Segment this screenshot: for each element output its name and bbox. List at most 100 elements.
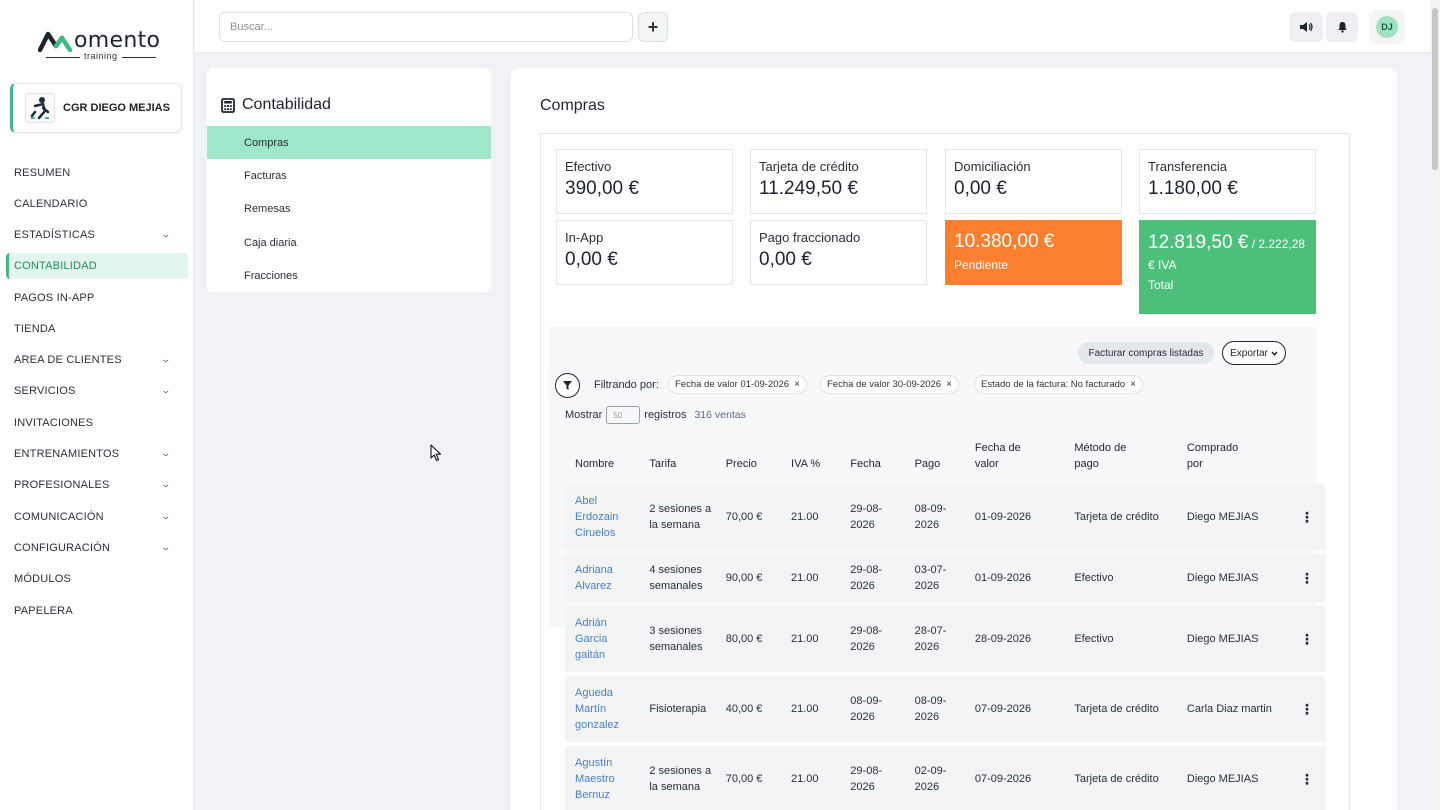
stat-pago-fraccionado: Pago fraccionado 0,00 € (750, 220, 927, 285)
scrollbar-thumb[interactable] (1432, 8, 1438, 170)
sidebar-item-papelera[interactable]: PAPELERA (6, 595, 188, 626)
cell-fecha: 29-08-2026 (840, 484, 905, 550)
filter-icon (563, 381, 572, 390)
column-header[interactable]: Comprado por (1177, 432, 1289, 480)
close-icon[interactable]: × (794, 379, 800, 390)
logo-subtitle: training (46, 51, 155, 61)
total-value: 12.819,50 € (1148, 232, 1249, 253)
column-header[interactable]: Tarifa (639, 432, 715, 480)
plus-icon: + (647, 16, 659, 37)
cell-tarifa: 2 sesiones a la semana (639, 484, 716, 550)
page-size-input[interactable]: 50 (606, 406, 641, 424)
column-header[interactable]: Precio (716, 432, 781, 480)
submenu-item-remesas[interactable]: Remesas (207, 193, 491, 226)
chevron-down-icon: ⌄ (160, 385, 172, 396)
table-row[interactable]: Abel Erdozain Ciruelos 2 sesiones a la s… (565, 484, 1325, 550)
notifications-button[interactable] (1326, 12, 1358, 42)
sidebar-item-invitaciones[interactable]: INVITACIONES (6, 407, 188, 438)
sidebar-item-contabilidad[interactable]: CONTABILIDAD (6, 252, 188, 279)
row-menu-icon[interactable]: ⋮ (1288, 676, 1325, 742)
cell-tarifa: 3 sesiones semanales (639, 606, 716, 672)
sidebar-item-label: PAPELERA (14, 604, 73, 617)
chip-label: Fecha de valor 30-09-2026 (827, 379, 942, 390)
sidebar-item-resumen[interactable]: RESUMEN (6, 157, 188, 188)
sales-count: 316 ventas (694, 409, 746, 421)
filter-button[interactable] (555, 373, 580, 398)
stat-value: 10.380,00 € (954, 231, 1055, 252)
sidebar-item-label: CONFIGURACIÓN (14, 541, 111, 554)
sidebar-item-comunicacion[interactable]: COMUNICACIÓN ⌄ (6, 501, 188, 532)
column-header[interactable]: Método de pago (1064, 432, 1177, 480)
column-header[interactable]: Fecha (840, 432, 904, 480)
show-label: Mostrar (565, 409, 603, 421)
calculator-icon (221, 97, 235, 113)
column-header[interactable]: Fecha de valor (965, 432, 1064, 480)
submenu-item-fracciones[interactable]: Fracciones (207, 260, 491, 293)
sidebar-item-label: RESUMEN (14, 166, 71, 179)
sidebar-item-entrenamientos[interactable]: ENTRENAMIENTOS ⌄ (6, 438, 188, 469)
close-icon[interactable]: × (1130, 379, 1136, 390)
row-menu-icon[interactable]: ⋮ (1288, 554, 1325, 602)
filter-chip[interactable]: Estado de la factura: No facturado × (974, 375, 1144, 394)
cell-pago: 02-09-2026 (904, 746, 965, 810)
club-selector[interactable]: CGR DIEGO MEJIAS (10, 83, 182, 133)
close-icon[interactable]: × (946, 379, 952, 390)
sidebar-item-pagos-in-app[interactable]: PAGOS IN-APP (6, 282, 188, 313)
sidebar-item-calendario[interactable]: CALENDARIO (6, 188, 188, 219)
client-name-link[interactable]: Adrián Garcia gaitán (565, 606, 640, 672)
cell-precio: 70,00 € (715, 746, 782, 810)
filter-chip[interactable]: Fecha de valor 01-09-2026 × (668, 375, 807, 394)
cell-metodo-pago: Tarjeta de crédito (1064, 484, 1177, 550)
momento-logo[interactable]: omento training (38, 26, 160, 64)
total-iva-label: € IVA (1148, 257, 1177, 272)
sidebar-item-servicios[interactable]: SERVICIOS ⌄ (6, 376, 188, 407)
sidebar-item-tienda[interactable]: TIENDA (6, 313, 188, 344)
table-row[interactable]: Agustín Maestro Bernuz 2 sesiones a la s… (565, 746, 1325, 810)
submenu-item-compras[interactable]: Compras (207, 126, 491, 160)
facturar-compras-button[interactable]: Facturar compras listadas (1078, 342, 1214, 364)
cell-fecha-valor: 07-09-2026 (964, 746, 1065, 810)
column-header[interactable]: IVA % (781, 432, 840, 480)
sidebar-item-configuracion[interactable]: CONFIGURACIÓN ⌄ (6, 532, 188, 563)
table-row[interactable]: Adriana Alvarez 4 sesiones semanales 90,… (565, 554, 1325, 602)
submenu-list: Compras Facturas Remesas Caja diaria Fra… (207, 126, 491, 293)
search-input[interactable] (219, 12, 633, 42)
sidebar-item-estadisticas[interactable]: ESTADÍSTICAS ⌄ (6, 220, 188, 251)
table-row[interactable]: Adrián Garcia gaitán 3 sesiones semanale… (565, 606, 1325, 672)
submenu-item-facturas[interactable]: Facturas (207, 159, 491, 192)
submenu-item-caja-diaria[interactable]: Caja diaria (207, 226, 491, 259)
sound-button[interactable] (1289, 12, 1323, 42)
exportar-dropdown[interactable]: Exportar (1222, 341, 1286, 365)
cell-metodo-pago: Tarjeta de crédito (1064, 676, 1177, 742)
cell-fecha: 29-08-2026 (840, 746, 905, 810)
page-scrollbar[interactable] (1430, 0, 1440, 810)
cell-iva: 21.00 (781, 746, 841, 810)
sidebar-item-label: COMUNICACIÓN (14, 510, 104, 523)
row-menu-icon[interactable]: ⋮ (1288, 484, 1325, 550)
cell-comprado-por: Diego MEJIAS (1176, 746, 1289, 810)
cell-fecha: 29-08-2026 (840, 606, 905, 672)
client-name-link[interactable]: Agustín Maestro Bernuz (565, 746, 640, 810)
cell-pago: 08-09-2026 (904, 676, 965, 742)
chevron-down-icon: ⌄ (160, 448, 172, 459)
sidebar-item-modulos[interactable]: MÓDULOS (6, 564, 188, 595)
table-row[interactable]: Agueda Martín gonzalez Fisioterapia 40,0… (565, 676, 1325, 742)
client-name-link[interactable]: Agueda Martín gonzalez (565, 676, 640, 742)
sidebar-item-area-de-clientes[interactable]: AREA DE CLIENTES ⌄ (6, 344, 188, 375)
row-menu-icon[interactable]: ⋮ (1288, 606, 1325, 672)
contabilidad-submenu: Contabilidad Compras Facturas Remesas Ca… (207, 68, 491, 292)
column-header[interactable]: Nombre (565, 432, 639, 480)
user-avatar[interactable]: DJ (1369, 10, 1405, 44)
column-header[interactable]: Pago (905, 432, 965, 480)
filter-chip[interactable]: Fecha de valor 30-09-2026 × (820, 375, 959, 394)
cell-metodo-pago: Efectivo (1064, 554, 1177, 602)
add-button[interactable]: + (638, 12, 668, 42)
client-name-link[interactable]: Adriana Alvarez (565, 554, 640, 602)
sidebar-item-profesionales[interactable]: PROFESIONALES ⌄ (6, 470, 188, 501)
mouse-cursor-icon (430, 444, 442, 462)
cell-tarifa: 4 sesiones semanales (639, 554, 716, 602)
sidebar-item-label: TIENDA (14, 322, 56, 335)
client-name-link[interactable]: Abel Erdozain Ciruelos (565, 484, 640, 550)
stat-value: 11.249,50 € (759, 178, 858, 199)
row-menu-icon[interactable]: ⋮ (1288, 746, 1325, 810)
